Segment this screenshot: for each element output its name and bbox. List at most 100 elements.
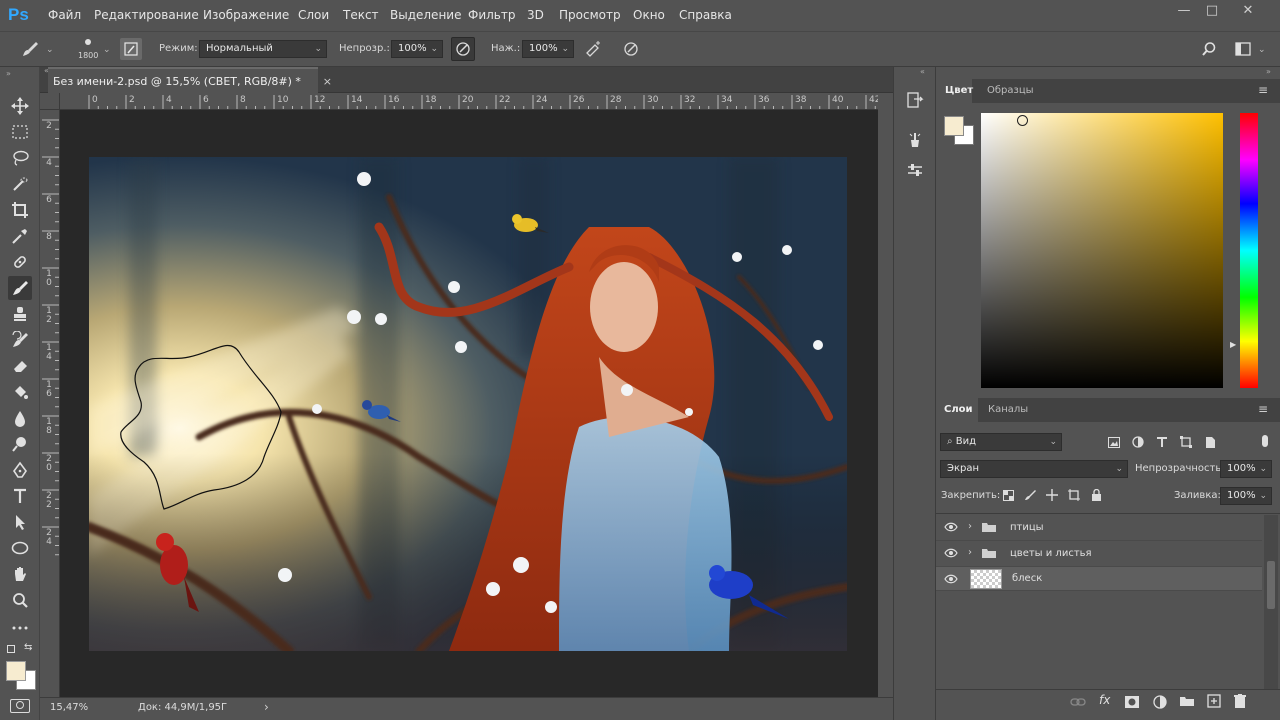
history-panel-icon[interactable] [904, 89, 926, 111]
minimize-button[interactable]: — [1173, 3, 1195, 19]
lock-position-icon[interactable] [1044, 487, 1060, 503]
airbrush-icon[interactable] [582, 38, 604, 60]
brush-tip-icon[interactable] [76, 35, 100, 49]
layer-row[interactable]: › птицы [936, 515, 1262, 541]
layer-row-selected[interactable]: блеск [936, 567, 1262, 591]
group-expand-chevron[interactable]: › [968, 547, 972, 558]
healing-brush-tool-icon[interactable] [8, 250, 32, 274]
vertical-scrollbar[interactable] [878, 93, 893, 697]
marquee-tool-icon[interactable] [8, 120, 32, 144]
filter-type-icon[interactable] [1154, 433, 1170, 451]
pressure-size-icon[interactable] [620, 38, 642, 60]
move-tool-icon[interactable] [8, 94, 32, 118]
pressure-opacity-icon[interactable] [451, 37, 475, 61]
default-colors-icon[interactable] [7, 645, 15, 653]
filter-pixel-icon[interactable] [1106, 433, 1122, 451]
new-adjustment-icon[interactable] [1153, 695, 1167, 712]
opacity-field[interactable]: 100% ⌄ [391, 40, 443, 58]
color-foreground-swatch[interactable] [944, 116, 964, 136]
new-layer-icon[interactable] [1207, 694, 1221, 711]
menu-layers[interactable]: Слои [298, 8, 329, 22]
layer-visibility-eye-icon[interactable] [944, 522, 958, 535]
tab-channels[interactable]: Каналы [988, 404, 1028, 415]
path-selection-tool-icon[interactable] [8, 510, 32, 534]
vertical-ruler[interactable]: 2 4 6 8 1 0 1 2 1 4 1 6 1 8 2 0 2 2 2 4 [40, 110, 60, 697]
horizontal-ruler[interactable]: 024681012141618202224262830323436384042 [60, 93, 878, 110]
layer-filter-dropdown[interactable]: ⌕ Вид ⌄ [940, 433, 1062, 451]
menu-file[interactable]: Файл [48, 8, 81, 22]
pen-tool-icon[interactable] [8, 458, 32, 482]
menu-view[interactable]: Просмотр [559, 8, 621, 22]
menu-edit[interactable]: Редактирование [94, 8, 199, 22]
swap-colors-icon[interactable]: ⇆ [24, 642, 32, 653]
foreground-color-swatch[interactable] [6, 661, 26, 681]
lasso-tool-icon[interactable] [8, 146, 32, 170]
layer-visibility-eye-icon[interactable] [944, 548, 958, 561]
crop-tool-icon[interactable] [8, 198, 32, 222]
layer-blend-mode-dropdown[interactable]: Экран ⌄ [940, 460, 1128, 478]
brush-panel-icon[interactable] [120, 38, 142, 60]
new-group-icon[interactable] [1179, 695, 1195, 710]
eraser-tool-icon[interactable] [8, 354, 32, 378]
document-tab[interactable]: Без имени-2.psd @ 15,5% (СВЕТ, RGB/8#) *… [48, 67, 332, 93]
paint-bucket-tool-icon[interactable] [8, 380, 32, 404]
layer-opacity-field[interactable]: 100% ⌄ [1220, 460, 1272, 478]
adjustments-panel-icon[interactable] [904, 159, 926, 181]
lock-pixels-icon[interactable] [1022, 487, 1038, 503]
lock-transparent-icon[interactable] [1000, 487, 1016, 503]
flow-field[interactable]: 100% ⌄ [522, 40, 574, 58]
blur-tool-icon[interactable] [8, 406, 32, 430]
menu-select[interactable]: Выделение [390, 8, 461, 22]
tab-color[interactable]: Цвет [936, 79, 973, 103]
layer-thumbnail[interactable] [970, 569, 1002, 589]
quick-mask-icon[interactable] [10, 699, 30, 713]
hand-tool-icon[interactable] [8, 562, 32, 586]
brush-tool-icon[interactable] [8, 276, 32, 300]
close-button[interactable]: ✕ [1237, 3, 1259, 19]
panel-menu-icon[interactable]: ≡ [1258, 83, 1268, 97]
dodge-tool-icon[interactable] [8, 432, 32, 456]
fill-field[interactable]: 100% ⌄ [1220, 487, 1272, 505]
search-icon[interactable] [1198, 38, 1220, 60]
lock-all-icon[interactable] [1088, 487, 1104, 503]
menu-image[interactable]: Изображение [203, 8, 289, 22]
canvas-artwork[interactable] [89, 157, 847, 651]
color-field[interactable] [981, 113, 1223, 388]
add-mask-icon[interactable] [1125, 696, 1139, 711]
color-picker-marker[interactable] [1017, 115, 1028, 126]
eyedropper-tool-icon[interactable] [8, 224, 32, 248]
layer-name[interactable]: цветы и листья [1010, 548, 1092, 559]
group-expand-chevron[interactable]: › [968, 521, 972, 532]
menu-window[interactable]: Окно [633, 8, 665, 22]
brush-settings-panel-icon[interactable] [904, 129, 926, 151]
status-menu-arrow[interactable]: › [264, 700, 269, 714]
quick-selection-tool-icon[interactable] [8, 172, 32, 196]
layers-scrollbar[interactable] [1264, 515, 1278, 705]
hue-slider-handle[interactable]: ▶ [1230, 340, 1236, 349]
filter-smart-object-icon[interactable] [1202, 433, 1218, 451]
document-tab-close[interactable]: × [323, 75, 332, 88]
layer-name[interactable]: птицы [1010, 522, 1044, 533]
zoom-level[interactable]: 15,47% [50, 702, 88, 713]
filter-toggle[interactable] [1262, 435, 1268, 447]
fx-icon[interactable]: fx [1099, 693, 1110, 707]
workspace-icon[interactable] [1232, 38, 1254, 60]
lock-artboard-icon[interactable] [1066, 487, 1082, 503]
layers-panel-menu-icon[interactable]: ≡ [1258, 402, 1268, 416]
type-tool-icon[interactable] [8, 484, 32, 508]
zoom-tool-icon[interactable] [8, 588, 32, 612]
restore-button[interactable]: □ [1201, 3, 1223, 19]
menu-3d[interactable]: 3D [527, 8, 544, 22]
layer-visibility-eye-icon[interactable] [944, 574, 958, 587]
ellipse-tool-icon[interactable] [8, 536, 32, 560]
menu-type[interactable]: Текст [343, 8, 379, 22]
history-brush-tool-icon[interactable] [8, 328, 32, 352]
layer-row[interactable]: › цветы и листья [936, 541, 1262, 567]
tab-layers[interactable]: Слои [936, 398, 978, 422]
brush-preset-icon[interactable] [18, 38, 42, 60]
link-layers-icon[interactable] [1070, 696, 1086, 711]
hue-slider[interactable] [1240, 113, 1258, 388]
blend-mode-dropdown[interactable]: Нормальный ⌄ [199, 40, 327, 58]
filter-shape-icon[interactable] [1178, 433, 1194, 451]
filter-adjustment-icon[interactable] [1130, 433, 1146, 451]
